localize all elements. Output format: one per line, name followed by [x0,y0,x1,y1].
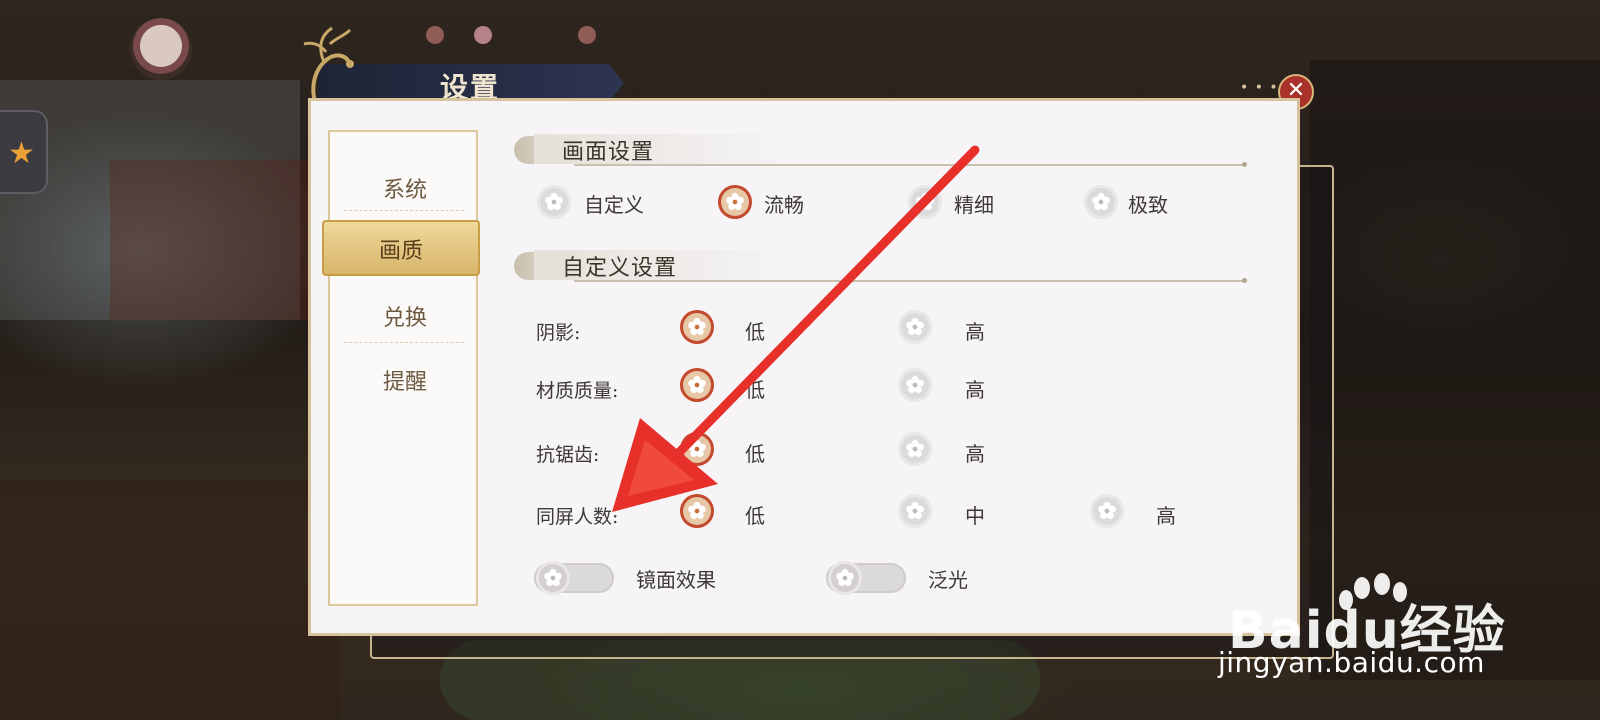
preset-fine-label: 精细 [954,193,994,217]
shadow-high-radio[interactable] [898,310,932,344]
antialiasing-high-label: 高 [965,442,985,466]
toggle-knob [536,561,570,595]
bloom-label: 泛光 [928,568,968,592]
preset-smooth-label: 流畅 [764,193,804,217]
preset-ultimate-label: 极致 [1128,193,1168,217]
section-title: 自定义设置 [562,256,678,281]
hud-icon [578,26,596,44]
sidebar-item-graphics[interactable]: 画质 [322,233,480,265]
star-icon: ★ [8,136,35,171]
players-high-radio[interactable] [1090,494,1124,528]
antialiasing-low-label: 低 [745,442,765,466]
side-event-badge[interactable]: ★ [0,110,48,194]
preset-smooth-radio[interactable] [718,185,752,219]
shadow-high-label: 高 [965,320,985,344]
bloom-toggle[interactable] [826,561,906,595]
players-medium-radio[interactable] [898,494,932,528]
player-avatar[interactable] [130,18,192,80]
texture-low-radio[interactable] [680,368,714,402]
antialiasing-low-radio[interactable] [680,432,714,466]
sidebar-item-redeem[interactable]: 兑换 [330,300,480,332]
custom-section-header: 自定义设置 [514,248,1247,284]
preset-custom-radio[interactable] [537,185,571,219]
preset-custom-label: 自定义 [584,193,644,217]
flower-icon [906,317,924,336]
flower-icon [836,568,854,587]
preset-ultimate-radio[interactable] [1084,185,1118,219]
flower-icon [726,192,744,211]
section-line [574,278,1247,283]
sidebar-divider [344,210,464,211]
sidebar-item-system[interactable]: 系统 [330,172,480,204]
flower-icon [688,439,706,458]
texture-high-label: 高 [965,378,985,402]
hud-icon [474,26,492,44]
flower-icon [916,192,934,211]
graphics-section-header: 画面设置 [514,132,1247,168]
texture-low-label: 低 [745,378,765,402]
flower-icon [906,501,924,520]
toggle-knob [828,561,862,595]
players-low-radio[interactable] [680,494,714,528]
onscreen-players-label: 同屏人数: [536,506,619,528]
shadow-low-radio[interactable] [680,310,714,344]
players-high-label: 高 [1156,504,1176,528]
mirror-effect-toggle[interactable] [534,561,614,595]
mirror-effect-label: 镜面效果 [636,568,716,592]
sidebar-divider [344,342,464,343]
flower-icon [1092,192,1110,211]
sidebar-item-reminder[interactable]: 提醒 [330,364,480,396]
players-low-label: 低 [745,504,765,528]
flower-icon [688,501,706,520]
texture-high-radio[interactable] [898,368,932,402]
shadow-label: 阴影: [536,322,581,344]
hud-icon [426,26,444,44]
antialiasing-label: 抗锯齿: [536,444,600,466]
settings-sidebar: 系统 兑换 提醒 [328,130,478,606]
shadow-low-label: 低 [745,320,765,344]
flower-icon [544,568,562,587]
players-medium-label: 中 [965,504,985,528]
section-line [574,162,1247,167]
texture-quality-label: 材质质量: [536,380,619,402]
flower-icon [688,375,706,394]
flower-icon [1098,501,1116,520]
flower-icon [906,439,924,458]
flower-icon [906,375,924,394]
preset-fine-radio[interactable] [908,185,942,219]
section-title: 画面设置 [562,140,655,165]
flower-icon [688,317,706,336]
flower-icon [545,192,563,211]
watermark-url: jingyan.baidu.com [1218,646,1485,679]
antialiasing-high-radio[interactable] [898,432,932,466]
